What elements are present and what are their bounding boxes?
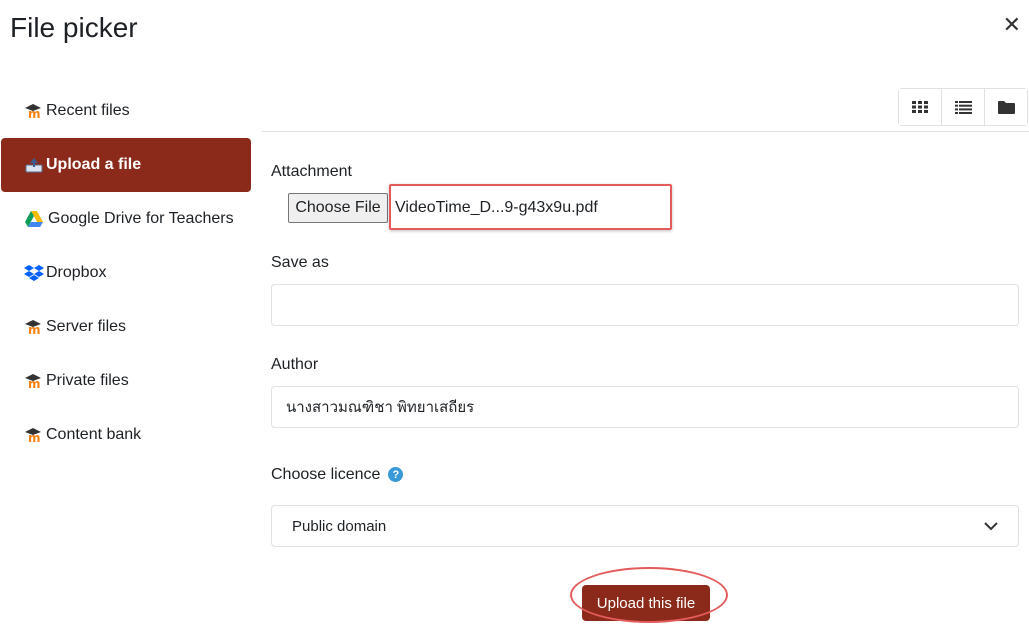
save-as-label: Save as [271, 254, 329, 271]
sidebar-item-label: Content bank [46, 426, 142, 443]
chevron-down-icon [984, 518, 998, 535]
save-as-input[interactable] [271, 284, 1019, 326]
close-icon[interactable]: ✕ [1003, 14, 1021, 36]
grid-view-icon[interactable] [899, 89, 942, 125]
repository-sidebar: m Recent files Upload a file Google Driv… [0, 84, 252, 462]
sidebar-item-server-files[interactable]: m Server files [0, 300, 252, 354]
dropbox-icon [24, 260, 46, 286]
moodle-icon: m [24, 98, 46, 124]
sidebar-item-content-bank[interactable]: m Content bank [0, 408, 252, 462]
choose-file-button[interactable]: Choose File [288, 193, 388, 223]
licence-label: Choose licence [271, 466, 381, 483]
svg-text:m: m [28, 377, 41, 389]
divider [262, 131, 1029, 132]
author-input[interactable]: นางสาวมณฑิชา พิทยาเสถียร [271, 386, 1019, 428]
svg-text:m: m [28, 431, 41, 443]
sidebar-item-label: Server files [46, 318, 127, 335]
upload-icon [24, 152, 46, 178]
sidebar-item-label: Private files [46, 372, 129, 389]
licence-selected-value: Public domain [292, 517, 387, 535]
view-toolbar [898, 88, 1028, 126]
moodle-icon: m [24, 368, 46, 394]
author-label: Author [271, 356, 319, 373]
sidebar-item-label: Google Drive for Teachers [48, 210, 234, 227]
sidebar-item-upload-a-file[interactable]: Upload a file [1, 138, 251, 192]
list-view-icon[interactable] [942, 89, 985, 125]
sidebar-item-label: Upload a file [46, 156, 142, 173]
svg-text:m: m [28, 323, 41, 335]
attachment-label: Attachment [271, 163, 352, 180]
sidebar-item-google-drive[interactable]: Google Drive for Teachers [0, 192, 252, 246]
sidebar-item-dropbox[interactable]: Dropbox [0, 246, 252, 300]
help-icon[interactable]: ? [388, 467, 404, 483]
sidebar-item-label: Dropbox [46, 264, 107, 281]
licence-label-row: Choose licence? [271, 466, 404, 484]
google-drive-icon [24, 206, 46, 232]
dialog-title: File picker [10, 12, 138, 43]
sidebar-item-recent-files[interactable]: m Recent files [0, 84, 252, 138]
moodle-icon: m [24, 314, 46, 340]
annotation-highlight-box [389, 184, 672, 230]
sidebar-item-private-files[interactable]: m Private files [0, 354, 252, 408]
svg-text:m: m [28, 107, 41, 119]
sidebar-item-label: Recent files [46, 102, 130, 119]
annotation-highlight-ellipse [570, 567, 728, 623]
licence-select[interactable]: Public domain [271, 505, 1019, 547]
moodle-icon: m [24, 422, 46, 448]
folder-view-icon[interactable] [985, 89, 1027, 125]
